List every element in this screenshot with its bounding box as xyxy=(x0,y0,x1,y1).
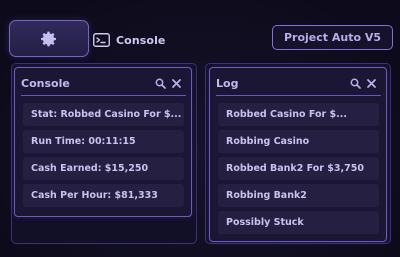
console-panel-divider xyxy=(21,95,186,96)
settings-button[interactable] xyxy=(9,20,89,57)
log-panel-header: Log xyxy=(210,68,386,95)
console-panel-title: Console xyxy=(21,77,70,90)
search-icon[interactable] xyxy=(350,78,361,89)
console-row: Cash Per Hour: $81,333 xyxy=(23,184,184,207)
log-row: Robbed Bank2 For $3,750 xyxy=(218,157,379,180)
log-panel-title: Log xyxy=(216,77,239,90)
log-row: Robbed Casino For $... xyxy=(218,103,379,126)
project-button[interactable]: Project Auto V5 xyxy=(272,25,393,50)
tab-console[interactable]: Console xyxy=(93,30,166,50)
log-panel: Log Robbed Casino For $... Robbing Casin… xyxy=(209,67,387,242)
console-row: Run Time: 00:11:15 xyxy=(23,130,184,153)
console-panel-header: Console xyxy=(15,68,191,95)
log-row: Possibly Stuck xyxy=(218,211,379,234)
gear-icon xyxy=(41,31,56,46)
console-row: Stat: Robbed Casino For $... xyxy=(23,103,184,126)
tab-console-label: Console xyxy=(116,33,166,47)
log-panel-divider xyxy=(216,95,381,96)
app-window: Console Project Auto V5 Console Stat: Ro… xyxy=(0,0,400,257)
log-row: Robbing Casino xyxy=(218,130,379,153)
close-icon[interactable] xyxy=(171,78,182,89)
console-row: Cash Earned: $15,250 xyxy=(23,157,184,180)
log-row: Robbing Bank2 xyxy=(218,184,379,207)
search-icon[interactable] xyxy=(155,78,166,89)
terminal-icon xyxy=(93,33,110,47)
close-icon[interactable] xyxy=(366,78,377,89)
console-panel: Console Stat: Robbed Casino For $... Run… xyxy=(14,67,192,217)
